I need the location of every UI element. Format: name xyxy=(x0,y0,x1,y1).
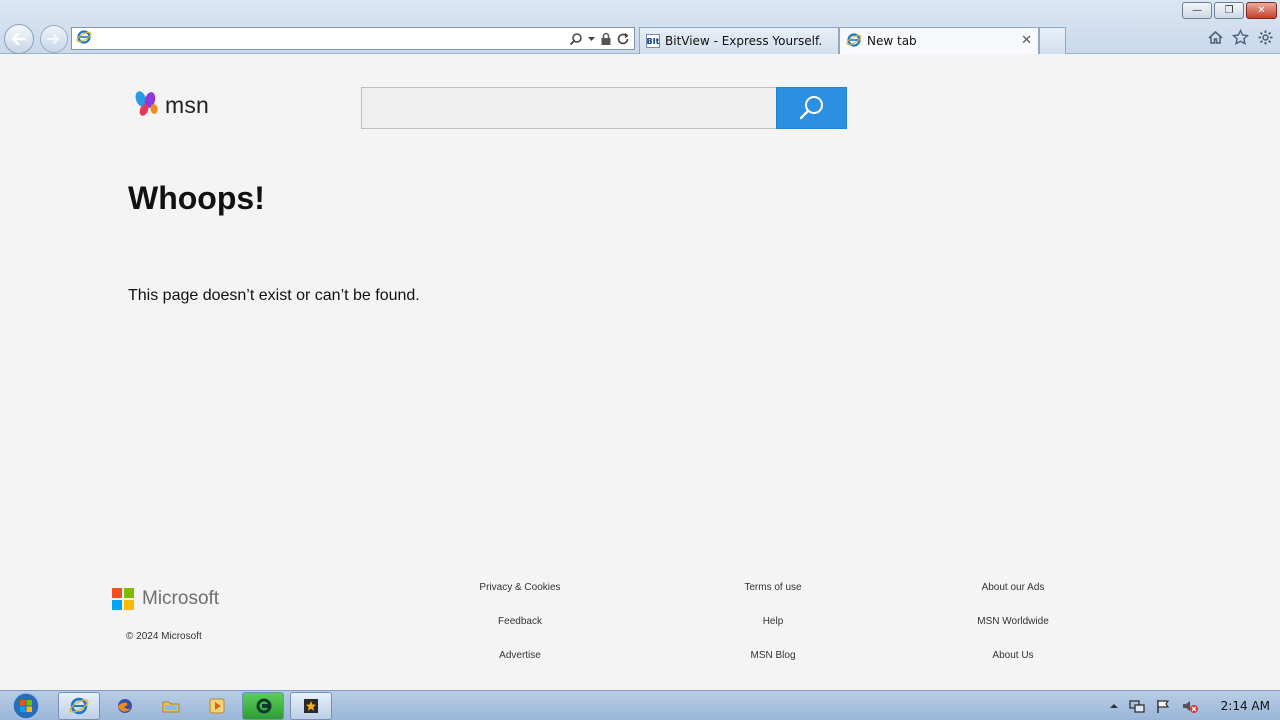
tab-label: BitView - Express Yourself. xyxy=(665,34,823,48)
windows-orb-icon xyxy=(12,692,40,720)
movie-maker-icon xyxy=(304,699,318,713)
address-tools xyxy=(569,32,634,46)
ie-icon xyxy=(76,29,92,49)
taskbar-firefox[interactable] xyxy=(104,692,146,720)
copyright: © 2024 Microsoft xyxy=(126,631,202,642)
error-message: This page doesn’t exist or can’t be foun… xyxy=(128,287,420,304)
ie-icon xyxy=(846,32,862,51)
show-hidden-icons-icon[interactable] xyxy=(1109,701,1119,711)
action-center-flag-icon[interactable] xyxy=(1155,698,1171,714)
taskbar-gamemaker[interactable] xyxy=(242,692,284,720)
footer-link-feedback[interactable]: Feedback xyxy=(440,616,600,627)
tab-bitview[interactable]: BIt BitView - Express Yourself. xyxy=(639,27,839,54)
tab-new-tab[interactable]: New tab ✕ xyxy=(839,27,1039,54)
address-bar[interactable] xyxy=(71,27,635,50)
network-icon[interactable] xyxy=(1129,698,1145,714)
footer-link-advertise[interactable]: Advertise xyxy=(440,650,600,661)
footer-link-help[interactable]: Help xyxy=(693,616,853,627)
folder-icon xyxy=(162,701,180,713)
footer-link-privacy[interactable]: Privacy & Cookies xyxy=(440,582,600,593)
home-icon[interactable] xyxy=(1207,29,1224,46)
favorites-star-icon[interactable] xyxy=(1232,29,1249,46)
taskbar-file-explorer[interactable] xyxy=(150,692,192,720)
address-input[interactable] xyxy=(96,29,569,48)
refresh-icon[interactable] xyxy=(616,32,630,46)
taskbar-internet-explorer[interactable] xyxy=(58,692,100,720)
settings-gear-icon[interactable] xyxy=(1257,29,1274,46)
microsoft-logo-text: Microsoft xyxy=(142,588,220,609)
taskbar: 2:14 AM xyxy=(0,690,1280,720)
back-button[interactable] xyxy=(4,24,34,54)
tab-label: New tab xyxy=(867,34,917,48)
msn-logo-text: msn xyxy=(165,91,210,118)
footer-link-blog[interactable]: MSN Blog xyxy=(693,650,853,661)
restore-button[interactable]: ❐ xyxy=(1214,2,1244,19)
microsoft-logo[interactable]: Microsoft xyxy=(112,588,219,610)
msn-butterfly-icon xyxy=(135,91,158,116)
gamemaker-icon xyxy=(256,698,272,714)
minimize-button[interactable]: — xyxy=(1182,2,1212,19)
volume-muted-icon[interactable] xyxy=(1181,698,1199,714)
bitview-favicon-icon: BIt xyxy=(646,34,660,48)
start-button[interactable] xyxy=(6,691,46,720)
search-input[interactable] xyxy=(361,87,776,129)
search-icon[interactable] xyxy=(569,32,583,46)
forward-button[interactable] xyxy=(40,25,68,53)
search-icon xyxy=(799,96,823,120)
system-tray: 2:14 AM xyxy=(1109,691,1280,720)
footer-link-terms[interactable]: Terms of use xyxy=(693,582,853,593)
browser-toolbar-right xyxy=(1207,29,1274,46)
media-player-icon xyxy=(209,698,225,714)
page-title: Whoops! xyxy=(128,180,265,216)
msn-logo[interactable]: msn xyxy=(132,90,209,120)
clock[interactable]: 2:14 AM xyxy=(1221,699,1270,713)
footer-link-about-us[interactable]: About Us xyxy=(933,650,1093,661)
footer-link-about-ads[interactable]: About our Ads xyxy=(933,582,1093,593)
search-box xyxy=(361,87,847,129)
search-button[interactable] xyxy=(776,87,847,129)
close-tab-icon[interactable]: ✕ xyxy=(1021,33,1032,48)
browser-chrome: — ❐ ✕ BIt BitView - Express Yourself. Ne… xyxy=(0,0,1280,54)
taskbar-movie-maker[interactable] xyxy=(290,692,332,720)
new-tab-button[interactable] xyxy=(1039,27,1066,54)
close-window-button[interactable]: ✕ xyxy=(1246,2,1277,19)
internet-explorer-icon xyxy=(69,697,89,715)
taskbar-media-player[interactable] xyxy=(196,692,238,720)
dropdown-icon[interactable] xyxy=(587,32,596,46)
forward-arrow-icon xyxy=(46,33,60,45)
lock-icon[interactable] xyxy=(600,32,612,46)
window-controls: — ❐ ✕ xyxy=(1182,2,1277,19)
footer-link-worldwide[interactable]: MSN Worldwide xyxy=(933,616,1093,627)
firefox-icon xyxy=(118,699,132,713)
microsoft-squares-icon xyxy=(112,588,134,610)
back-arrow-icon xyxy=(11,32,27,46)
